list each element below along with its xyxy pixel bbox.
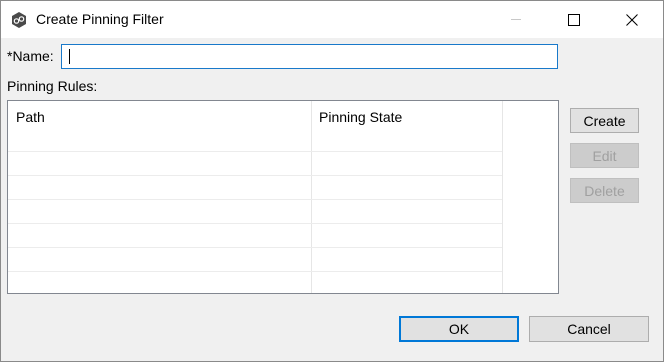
close-button[interactable]	[609, 1, 655, 38]
create-button[interactable]: Create	[570, 108, 639, 133]
minimize-button[interactable]	[493, 1, 539, 38]
ok-button[interactable]: OK	[399, 316, 519, 342]
minimize-icon	[511, 19, 521, 20]
column-divider	[311, 101, 312, 293]
text-caret	[69, 49, 70, 64]
column-header-pinning-state[interactable]: Pinning State	[311, 101, 502, 133]
pinning-rules-table[interactable]: Path Pinning State	[7, 100, 559, 294]
column-header-path[interactable]: Path	[8, 101, 311, 133]
maximize-button[interactable]	[551, 1, 597, 38]
app-gear-icon	[12, 12, 26, 28]
cancel-button[interactable]: Cancel	[529, 316, 649, 342]
table-row-divider	[8, 223, 502, 224]
window-title: Create Pinning Filter	[36, 11, 164, 27]
table-row-divider	[8, 271, 502, 272]
close-icon	[626, 13, 638, 26]
title-bar: Create Pinning Filter	[1, 1, 663, 38]
name-input[interactable]	[61, 44, 558, 69]
table-row-divider	[8, 199, 502, 200]
table-row-divider	[8, 151, 502, 152]
table-row-divider	[8, 247, 502, 248]
edit-button[interactable]: Edit	[570, 143, 639, 168]
delete-button[interactable]: Delete	[570, 178, 639, 203]
dialog-window: Create Pinning Filter *Name: Pinning Rul…	[0, 0, 664, 362]
name-label: *Name:	[7, 48, 54, 64]
maximize-icon	[568, 13, 580, 26]
column-divider	[502, 101, 503, 293]
table-row-divider	[8, 175, 502, 176]
pinning-rules-label: Pinning Rules:	[7, 78, 98, 94]
